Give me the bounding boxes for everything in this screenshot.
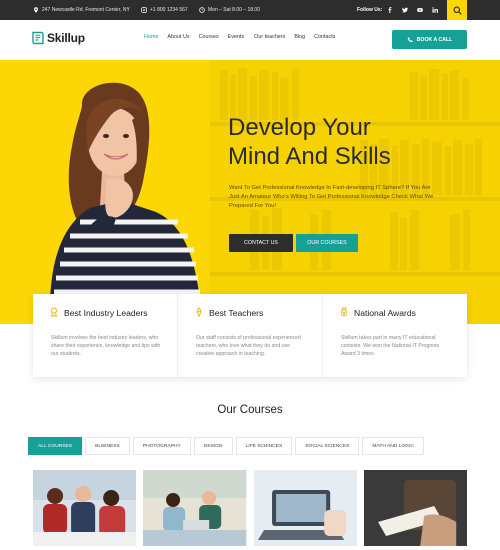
main-menu: Home About Us Courses Events Our teacher… <box>144 34 335 40</box>
clock-icon <box>199 7 205 13</box>
phone-text: +1 800 1234 567 <box>150 7 188 13</box>
phone-icon <box>141 7 147 13</box>
phone-info[interactable]: +1 800 1234 567 <box>141 0 188 20</box>
address-info: 247 Newcastle Rd. Fremont Center, NY <box>33 0 130 20</box>
hero-description: Want To Get Professional Knowledge In Fa… <box>229 185 434 209</box>
hero-section: Develop Your Mind And Skills Want To Get… <box>0 60 500 324</box>
nav-item-events[interactable]: Events <box>228 34 244 40</box>
top-bar: 247 Newcastle Rd. Fremont Center, NY +1 … <box>0 0 500 20</box>
award-ribbon-icon <box>50 307 58 317</box>
phone-icon <box>407 36 413 42</box>
social-links <box>387 0 454 20</box>
course-card-image[interactable] <box>33 470 137 546</box>
nav-item-contacts[interactable]: Contacts <box>314 34 335 40</box>
logo[interactable]: Skillup <box>32 31 85 45</box>
feature-title: Best Teachers <box>209 308 264 318</box>
pen-icon <box>196 307 202 317</box>
course-cards <box>33 470 467 550</box>
hero-title-line-1: Develop Your <box>228 114 371 141</box>
feature-description: Our staff consists of professional exper… <box>196 335 301 358</box>
facebook-icon[interactable] <box>387 7 393 13</box>
feature-title: National Awards <box>354 308 416 318</box>
contact-us-button[interactable]: CONTACT US <box>229 234 293 252</box>
hero-title-line-2: Mind And Skills <box>228 143 391 170</box>
course-card-image[interactable] <box>143 470 247 546</box>
tab-life-sciences[interactable]: LIFE SCIENCES <box>235 437 293 455</box>
nav-item-blog[interactable]: Blog <box>294 34 305 40</box>
logo-book-icon <box>32 31 44 45</box>
tab-photography[interactable]: PHOTOGRAPHY <box>132 437 191 455</box>
book-a-call-label: BOOK A CALL <box>416 36 453 43</box>
hours-text: Mon – Sat 8.00 – 18.00 <box>208 7 260 13</box>
follow-label: Follow Us: <box>357 7 383 13</box>
book-a-call-button[interactable]: BOOK A CALL <box>392 30 467 49</box>
linkedin-icon[interactable] <box>432 7 438 13</box>
main-header: Skillup Home About Us Courses Events Our… <box>0 20 500 60</box>
search-button[interactable] <box>447 0 467 20</box>
youtube-icon[interactable] <box>417 7 423 13</box>
tab-design[interactable]: DESIGN <box>193 437 233 455</box>
feature-card: Best Teachers Our staff consists of prof… <box>178 294 323 377</box>
search-icon <box>453 6 462 15</box>
nav-item-our-teachers[interactable]: Our teachers <box>254 34 285 40</box>
student-photo <box>49 82 203 324</box>
nav-item-courses[interactable]: Courses <box>199 34 219 40</box>
feature-title: Best Industry Leaders <box>64 308 148 318</box>
tab-social-sciences[interactable]: SOCIAL SCIENCES <box>295 437 360 455</box>
feature-card: Best Industry Leaders Skillum involves t… <box>33 294 178 377</box>
feature-description: Skillum takes part in many IT educationa… <box>341 335 440 358</box>
hours-info: Mon – Sat 8.00 – 18.00 <box>199 0 260 20</box>
logo-text: Skillup <box>47 31 85 45</box>
location-pin-icon <box>34 7 38 13</box>
address-text: 247 Newcastle Rd. Fremont Center, NY <box>42 7 130 13</box>
tab-math-and-logic[interactable]: MATH AND LOGIC <box>362 437 424 455</box>
course-card-image[interactable] <box>253 470 357 546</box>
course-card-image[interactable] <box>363 470 467 546</box>
nav-item-home[interactable]: Home <box>144 34 158 40</box>
tab-business[interactable]: BUSINESS <box>85 437 130 455</box>
tab-all-courses[interactable]: ALL COURSES <box>28 437 83 455</box>
nav-item-about-us[interactable]: About Us <box>167 34 189 40</box>
course-filter-tabs: ALL COURSES BUSINESS PHOTOGRAPHY DESIGN … <box>28 437 424 455</box>
features-panel: Best Industry Leaders Skillum involves t… <box>33 294 467 377</box>
hero-title: Develop Your Mind And Skills <box>228 113 488 171</box>
medal-icon <box>340 307 348 317</box>
feature-description: Skillum involves the best industry leade… <box>51 335 161 358</box>
our-courses-button[interactable]: OUR COURSES <box>296 234 358 252</box>
feature-card: National Awards Skillum takes part in ma… <box>323 294 467 377</box>
twitter-icon[interactable] <box>402 7 408 13</box>
courses-heading: Our Courses <box>217 404 283 416</box>
